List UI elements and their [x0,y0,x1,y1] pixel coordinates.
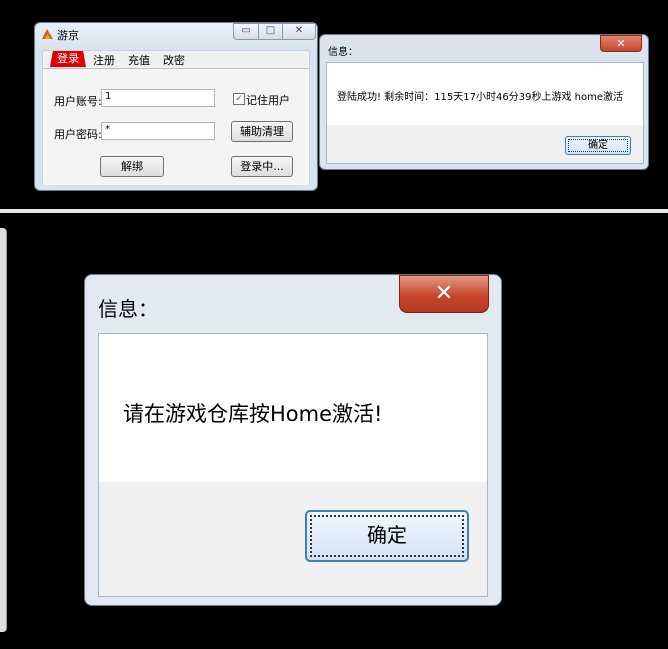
tab-recharge[interactable]: 充值 [128,52,150,68]
remember-checkbox[interactable]: ✓ [233,93,245,105]
minimize-button[interactable]: ▭ [233,23,259,40]
account-input[interactable]: 1 [101,89,215,107]
dialog-footer: 确定 [327,125,643,163]
password-label: 用户密码: [54,128,102,141]
tab-change-password[interactable]: 改密 [163,52,185,68]
login-window: 游京 ▭ □ ✕ 登录 注册 充值 改密 用户账号: 1 ✓ 记住用户 用户密码… [34,22,318,191]
login-button[interactable]: 登录中... [231,156,293,177]
tab-bar: 登录 注册 充值 改密 [43,51,309,68]
background-window-edge [0,228,7,632]
ok-button[interactable]: 确定 [565,136,631,155]
tab-register[interactable]: 注册 [93,52,115,68]
dialog-message: 请在游戏仓库按Home激活! [123,402,383,426]
dialog-footer: 确定 [99,482,487,596]
ok-button[interactable]: 确定 [305,510,469,562]
dialog-title: 信息： [98,297,158,321]
account-label: 用户账号: [54,95,102,108]
password-input[interactable]: * [101,122,215,140]
dialog-close-button[interactable]: ✕ [600,35,642,52]
remember-label: 记住用户 [246,94,290,107]
login-panel: 登录 注册 充值 改密 用户账号: 1 ✓ 记住用户 用户密码: * 辅助清理 … [42,50,310,185]
maximize-button[interactable]: □ [258,23,283,40]
dialog-content: 请在游戏仓库按Home激活! 确定 [98,333,488,597]
window-title: 游京 [57,29,79,42]
dialog-content: 登陆成功! 剩余时间：115天17小时46分39秒上游戏 home激活 确定 [326,62,644,164]
unbind-button[interactable]: 解绑 [100,156,164,177]
dialog-message: 登陆成功! 剩余时间：115天17小时46分39秒上游戏 home激活 [337,92,623,103]
tab-login[interactable]: 登录 [50,51,86,67]
dialog-title: 信息： [328,47,358,58]
login-success-dialog: 信息： ✕ 登陆成功! 剩余时间：115天17小时46分39秒上游戏 home激… [319,34,649,170]
screenshot-divider [0,209,668,213]
login-form: 用户账号: 1 ✓ 记住用户 用户密码: * 辅助清理 解绑 登录中... [43,68,309,185]
app-logo-icon [42,29,53,39]
dialog-close-button[interactable]: ✕ [399,275,489,313]
activate-info-dialog: 信息： ✕ 请在游戏仓库按Home激活! 确定 [84,274,502,606]
close-button[interactable]: ✕ [282,23,316,40]
assist-clean-button[interactable]: 辅助清理 [231,121,293,142]
